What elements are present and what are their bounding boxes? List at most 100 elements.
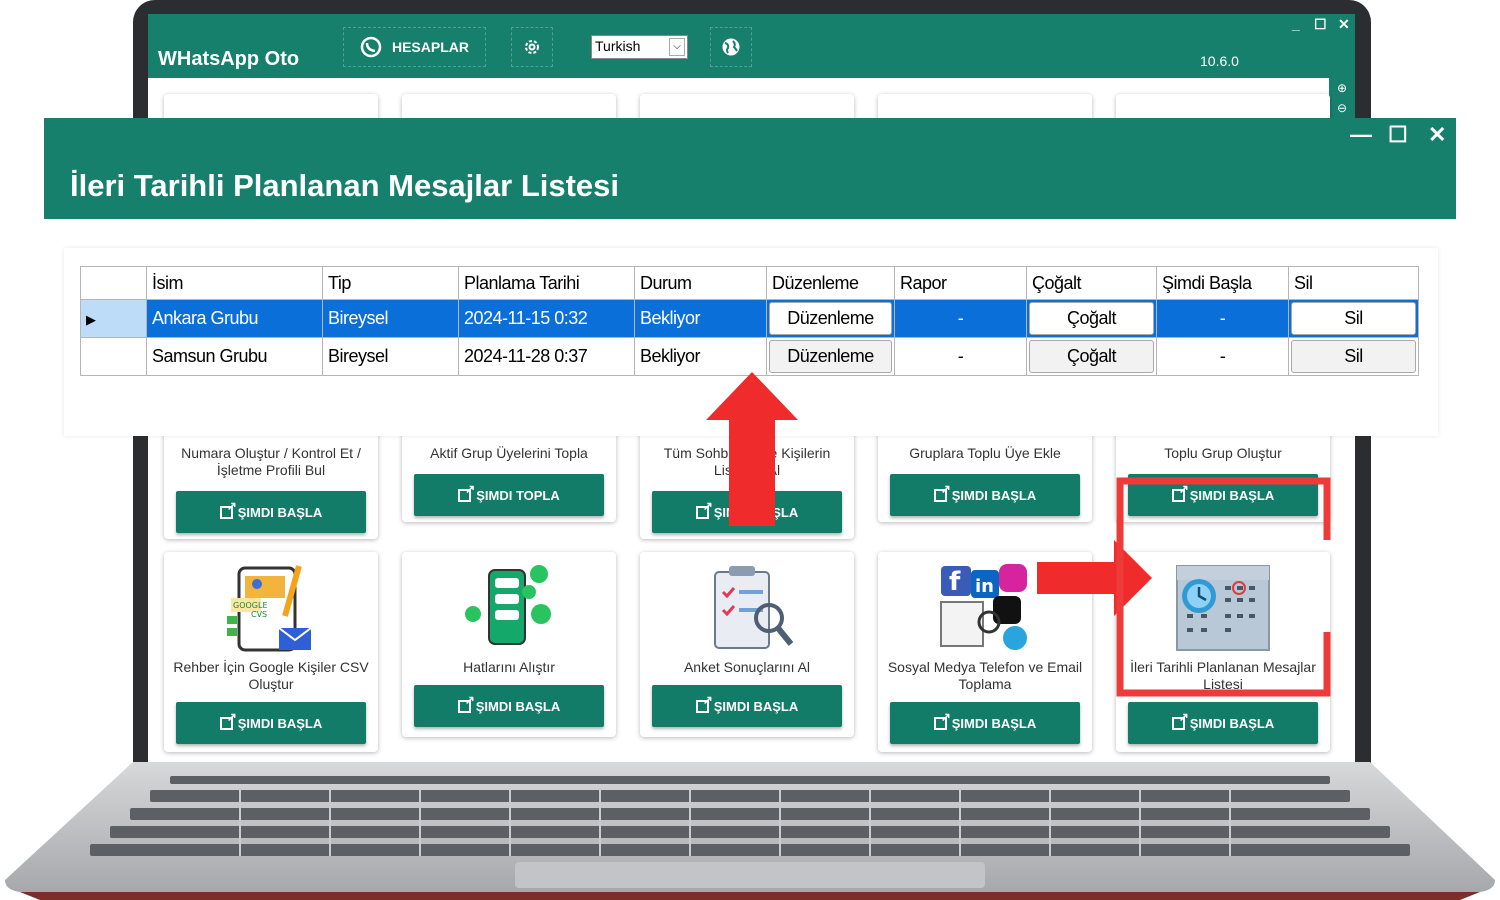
dialog-title: İleri Tarihli Planlanan Mesajlar Listesi — [70, 168, 620, 203]
copy-cell: Çoğalt — [1026, 299, 1157, 338]
card-label: Gruplara Toplu Üye Ekle — [909, 445, 1061, 461]
google-csv-icon: GOOGLE CVS — [227, 565, 312, 652]
external-link-icon — [458, 482, 475, 502]
external-link-icon — [219, 710, 237, 730]
card-label: Numara Oluştur / Kontrol Et / İşletme Pr… — [181, 445, 361, 478]
dialog-maximize-button[interactable]: ☐ — [1388, 122, 1408, 148]
delete-button[interactable]: Sil — [1291, 340, 1416, 373]
card-warm-up: Hatlarını Alıştır ŞIMDI BAŞLA — [402, 552, 616, 737]
external-link-icon — [219, 499, 237, 519]
social-media-icon: f in — [940, 564, 1027, 650]
globe-icon — [722, 38, 740, 56]
cell-report[interactable]: - — [894, 337, 1027, 376]
app-version: 10.6.0 — [1200, 53, 1239, 69]
phones-chat-icon — [465, 565, 551, 645]
card-social-media: f in Sosyal Medya Telefon ve Email Topla… — [878, 552, 1092, 752]
row-header[interactable]: ▶ — [80, 299, 147, 338]
cell-start[interactable]: - — [1156, 299, 1289, 338]
language-value: Turkish — [595, 38, 641, 54]
dialog-close-button[interactable]: ✕ — [1428, 122, 1446, 148]
column-header[interactable]: Şimdi Başla — [1156, 266, 1289, 300]
card-poll-results: Anket Sonuçlarını Al ŞIMDI BAŞLA — [640, 552, 854, 737]
card-label: İleri Tarihli Planlanan Mesajlar Listesi — [1130, 659, 1316, 692]
column-header[interactable]: Durum — [634, 266, 767, 300]
svg-text:GOOGLE: GOOGLE — [233, 601, 268, 610]
column-header[interactable]: Rapor — [894, 266, 1027, 300]
card-start-button[interactable]: ŞIMDI BAŞLA — [414, 685, 604, 727]
card-start-button[interactable]: ŞIMDI BAŞLA — [176, 491, 366, 533]
cell-date[interactable]: 2024-11-28 0:37 — [458, 337, 635, 376]
copy-button[interactable]: Çoğalt — [1029, 302, 1154, 335]
cell-date[interactable]: 2024-11-15 0:32 — [458, 299, 635, 338]
card-start-button[interactable]: ŞIMDI BAŞLA — [652, 491, 842, 533]
column-header[interactable]: Tip — [322, 266, 459, 300]
card-start-button[interactable]: ŞIMDI BAŞLA — [890, 702, 1080, 744]
external-link-icon — [695, 499, 713, 519]
language-button[interactable] — [710, 27, 752, 67]
card-start-button[interactable]: ŞIMDI BAŞLA — [652, 685, 842, 727]
cell-status[interactable]: Bekliyor — [634, 299, 767, 338]
table-header-row: İsim Tip Planlama Tarihi Durum Düzenleme… — [80, 266, 1419, 300]
external-link-icon — [1171, 482, 1189, 502]
cell-start[interactable]: - — [1156, 337, 1289, 376]
external-link-icon — [695, 693, 713, 713]
external-link-icon — [1171, 710, 1189, 730]
close-button[interactable]: ✕ — [1338, 16, 1350, 33]
column-header[interactable]: Çoğalt — [1026, 266, 1157, 300]
delete-cell: Sil — [1288, 337, 1419, 376]
gear-icon — [525, 40, 539, 54]
cell-status[interactable]: Bekliyor — [634, 337, 767, 376]
maximize-button[interactable]: ☐ — [1314, 16, 1327, 33]
delete-cell: Sil — [1288, 299, 1419, 338]
cell-name[interactable]: Ankara Grubu — [146, 299, 323, 338]
language-select[interactable]: Turkish ⌵ — [591, 35, 688, 59]
copy-cell: Çoğalt — [1026, 337, 1157, 376]
card-label: Tüm Sohbetleri ve Kişilerin Listesini Al — [663, 445, 831, 478]
cell-report[interactable]: - — [894, 299, 1027, 338]
dialog-minimize-button[interactable]: — — [1350, 122, 1372, 148]
zoom-bar: ⊕ ⊖ — [1329, 78, 1355, 118]
edit-button[interactable]: Düzenleme — [769, 340, 892, 373]
edit-cell: Düzenleme — [766, 299, 895, 338]
cell-type[interactable]: Bireysel — [322, 299, 459, 338]
svg-text:f: f — [949, 567, 961, 597]
column-header[interactable]: Düzenleme — [766, 266, 895, 300]
column-header[interactable]: İsim — [146, 266, 323, 300]
external-link-icon — [457, 693, 475, 713]
copy-button[interactable]: Çoğalt — [1029, 340, 1154, 373]
accounts-button[interactable]: HESAPLAR — [343, 27, 486, 67]
delete-button[interactable]: Sil — [1291, 302, 1416, 335]
svg-text:in: in — [975, 576, 994, 597]
chevron-down-icon: ⌵ — [669, 38, 685, 56]
card-google-csv: GOOGLE CVS Rehber İçin Google Kişiler CS… — [164, 552, 378, 752]
whatsapp-icon — [360, 36, 382, 58]
card-label: Sosyal Medya Telefon ve Email Toplama — [887, 659, 1083, 692]
card-label: Anket Sonuçlarını Al — [683, 659, 811, 675]
card-label: Hatlarını Alıştır — [463, 659, 555, 675]
card-collect-button[interactable]: ŞIMDI TOPLA — [414, 474, 604, 516]
cell-type[interactable]: Bireysel — [322, 337, 459, 376]
card-start-button[interactable]: ŞIMDI BAŞLA — [890, 474, 1080, 516]
edit-cell: Düzenleme — [766, 337, 895, 376]
minimize-button[interactable]: _ — [1292, 16, 1300, 32]
card-start-button[interactable]: ŞIMDI BAŞLA — [1128, 474, 1318, 516]
column-header[interactable]: Planlama Tarihi — [458, 266, 635, 300]
zoom-out-icon[interactable]: ⊖ — [1329, 98, 1355, 118]
calendar-icon — [1176, 565, 1270, 651]
settings-button[interactable] — [511, 27, 553, 67]
clipboard-icon — [714, 566, 794, 649]
card-start-button[interactable]: ŞIMDI BAŞLA — [176, 702, 366, 744]
zoom-in-icon[interactable]: ⊕ — [1329, 78, 1355, 98]
svg-text:CVS: CVS — [251, 610, 267, 619]
card-label: Aktif Grup Üyelerini Topla — [430, 445, 588, 461]
card-start-button[interactable]: ŞIMDI BAŞLA — [1128, 702, 1318, 744]
edit-button[interactable]: Düzenleme — [769, 302, 892, 335]
table-row[interactable]: ▶ Ankara Grubu Bireysel 2024-11-15 0:32 … — [80, 299, 1419, 338]
row-header[interactable] — [80, 337, 147, 376]
cell-name[interactable]: Samsun Grubu — [146, 337, 323, 376]
external-link-icon — [933, 710, 951, 730]
dialog-header: — ☐ ✕ İleri Tarihli Planlanan Mesajlar L… — [44, 118, 1456, 219]
row-pointer-icon: ▶ — [86, 312, 96, 327]
table-row[interactable]: Samsun Grubu Bireysel 2024-11-28 0:37 Be… — [80, 337, 1419, 376]
column-header[interactable]: Sil — [1288, 266, 1419, 300]
